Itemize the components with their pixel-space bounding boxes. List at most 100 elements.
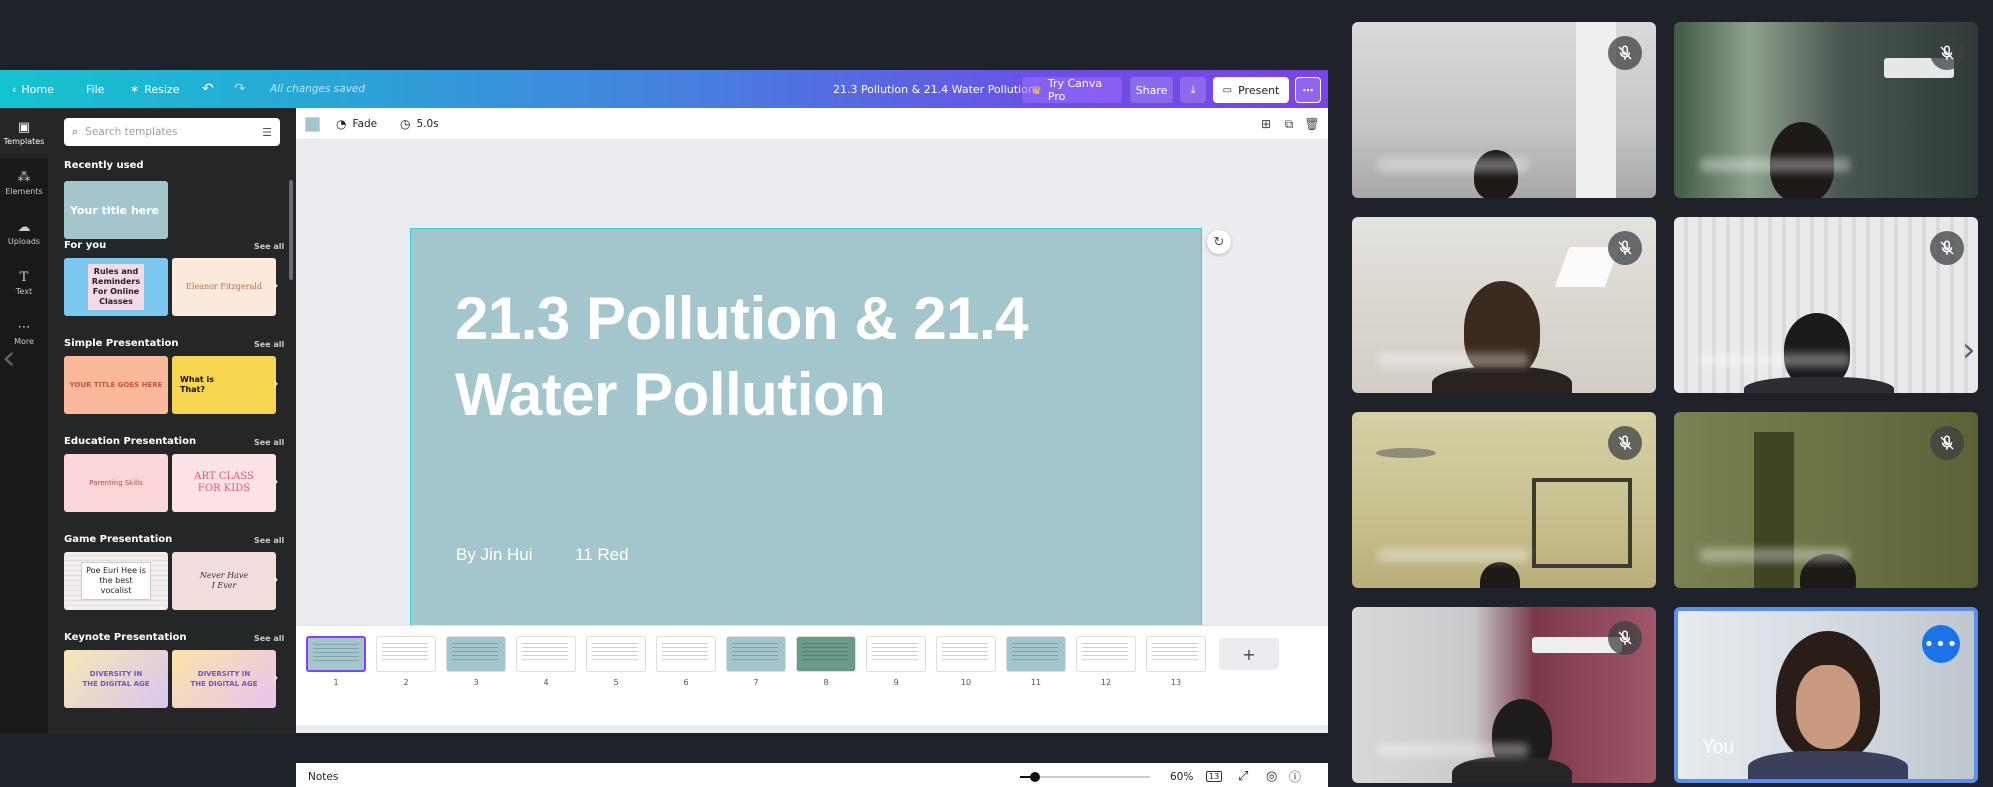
background-color-swatch[interactable] xyxy=(305,117,320,132)
page-thumbnail-content xyxy=(732,643,778,663)
page-thumbnail[interactable] xyxy=(1006,636,1066,672)
rail-templates[interactable]: ▣ Templates xyxy=(0,108,48,158)
add-page-button[interactable]: + xyxy=(1219,638,1279,670)
template-thumb[interactable]: ART CLASS FOR KIDS xyxy=(172,454,276,512)
template-thumb[interactable]: DIVERSITY IN THE DIGITAL AGE xyxy=(172,650,276,708)
page-thumbnail[interactable] xyxy=(516,636,576,672)
recent-template-thumb[interactable]: Your title here xyxy=(64,181,168,239)
page-thumbnail[interactable] xyxy=(796,636,856,672)
page-number: 8 xyxy=(823,678,829,687)
try-canva-pro-button[interactable]: ♛ Try Canva Pro xyxy=(1022,77,1122,103)
page-thumbnail[interactable] xyxy=(656,636,716,672)
participant-tile[interactable] xyxy=(1352,217,1656,393)
page-thumbnail-content xyxy=(452,643,498,663)
mic-off-icon xyxy=(1608,621,1642,655)
page-count-button[interactable]: 13 xyxy=(1206,763,1223,787)
template-thumb[interactable]: What is That? xyxy=(172,356,276,414)
chevron-right-icon[interactable]: › xyxy=(273,474,279,490)
zoom-slider[interactable] xyxy=(1020,763,1150,787)
page-thumbnail-content xyxy=(662,643,708,663)
page-thumbnail[interactable] xyxy=(306,636,366,672)
more-options-icon[interactable]: ••• xyxy=(1922,625,1960,663)
see-all-link[interactable]: See all xyxy=(254,242,284,251)
template-thumb[interactable]: Poe Euri Hee is the best vocalist xyxy=(64,552,168,610)
see-all-link[interactable]: See all xyxy=(254,438,284,447)
page-thumbnail-content xyxy=(872,643,918,663)
refresh-icon[interactable]: ↻ xyxy=(1207,230,1231,254)
undo-button[interactable]: ↶ xyxy=(202,70,214,108)
page-thumbnail[interactable] xyxy=(446,636,506,672)
file-menu[interactable]: File xyxy=(86,70,104,108)
page-thumbnail[interactable] xyxy=(586,636,646,672)
present-button[interactable]: ▭ Present xyxy=(1213,77,1289,103)
template-thumb[interactable]: Parenting Skills xyxy=(64,454,168,512)
page-thumbnail-content xyxy=(1012,643,1058,663)
rail-text[interactable]: T Text xyxy=(0,258,48,308)
template-thumb[interactable]: YOUR TITLE GOES HERE xyxy=(64,356,168,414)
template-thumb[interactable]: Never Have I Ever xyxy=(172,552,276,610)
participant-tile[interactable] xyxy=(1352,607,1656,783)
chevron-right-icon[interactable]: › xyxy=(273,278,279,294)
home-button[interactable]: ‹ Home xyxy=(12,70,54,108)
slide-canvas[interactable]: 21.3 Pollution & 21.4 Water Pollution By… xyxy=(410,228,1202,671)
fullscreen-icon[interactable]: ⤢ xyxy=(1238,763,1248,787)
notes-button[interactable]: Notes xyxy=(308,763,338,787)
page-number: 1 xyxy=(333,678,339,687)
template-search[interactable]: ⌕ ☰ xyxy=(64,118,280,146)
rail-elements[interactable]: ⁂ Elements xyxy=(0,158,48,208)
search-input[interactable] xyxy=(85,126,256,138)
chevron-left-icon[interactable]: ‹ xyxy=(2,338,16,378)
participant-tile[interactable] xyxy=(1674,22,1978,198)
page-thumbnail-content xyxy=(522,643,568,663)
see-all-link[interactable]: See all xyxy=(254,536,284,545)
more-dots-icon: ⋯ xyxy=(17,319,31,335)
template-thumb[interactable]: Rules and Reminders For Online Classes xyxy=(64,258,168,316)
redo-button[interactable]: ↷ xyxy=(234,70,246,108)
slide-author[interactable]: By Jin Hui xyxy=(456,545,533,565)
page-number: 5 xyxy=(613,678,619,687)
chevron-right-icon[interactable]: › xyxy=(273,376,279,392)
participant-tile[interactable] xyxy=(1352,22,1656,198)
page-thumbnail[interactable] xyxy=(726,636,786,672)
slide-title[interactable]: 21.3 Pollution & 21.4 Water Pollution xyxy=(455,281,1155,433)
template-thumb[interactable]: Eleanor Fitzgerald xyxy=(172,258,276,316)
slide-class[interactable]: 11 Red xyxy=(575,545,629,565)
page-thumbnail[interactable] xyxy=(376,636,436,672)
chevron-right-icon[interactable]: › xyxy=(273,572,279,588)
zoom-handle[interactable] xyxy=(1030,772,1040,782)
page-thumbnail-content xyxy=(592,643,638,663)
check-circle-icon[interactable]: ◎ xyxy=(1266,763,1277,787)
rail-uploads[interactable]: ☁ Uploads xyxy=(0,208,48,258)
more-options-button[interactable]: ⋯ xyxy=(1295,77,1321,103)
help-icon[interactable]: ⓘ xyxy=(1289,763,1301,787)
transition-button[interactable]: ◔ Fade xyxy=(336,108,377,140)
duplicate-page-icon[interactable]: ⧉ xyxy=(1281,116,1297,132)
participant-tile[interactable] xyxy=(1352,412,1656,588)
document-title[interactable]: 21.3 Pollution & 21.4 Water Pollution xyxy=(833,70,1035,108)
page-thumbnail[interactable] xyxy=(936,636,996,672)
download-icon: ⤓ xyxy=(1190,83,1196,96)
participant-tile[interactable] xyxy=(1674,412,1978,588)
page-thumbnail[interactable] xyxy=(1146,636,1206,672)
chevron-right-icon[interactable]: › xyxy=(273,670,279,686)
share-button[interactable]: Share xyxy=(1130,77,1173,103)
see-all-link[interactable]: See all xyxy=(254,340,284,349)
trash-icon[interactable]: 🗑 xyxy=(1304,116,1320,132)
resize-button[interactable]: ✶ Resize xyxy=(130,70,179,108)
see-all-link[interactable]: See all xyxy=(254,634,284,643)
chevron-right-icon[interactable]: › xyxy=(1962,330,1976,370)
duration-button[interactable]: ◷ 5.0s xyxy=(400,108,439,140)
page-thumbnail[interactable] xyxy=(866,636,926,672)
participant-tile[interactable] xyxy=(1674,217,1978,393)
self-view-tile[interactable]: You ••• xyxy=(1674,607,1978,783)
panel-scrollbar[interactable] xyxy=(289,180,293,280)
download-button[interactable]: ⤓ xyxy=(1180,77,1206,103)
template-thumb[interactable]: DIVERSITY IN THE DIGITAL AGE xyxy=(64,650,168,708)
zoom-level[interactable]: 60% xyxy=(1170,763,1193,787)
filter-icon: ☰ xyxy=(262,125,272,139)
section-title: Education Presentation xyxy=(64,436,197,447)
page-thumbnail-content xyxy=(942,643,988,663)
add-page-icon[interactable]: ⊞ xyxy=(1258,116,1274,132)
mic-off-icon xyxy=(1930,36,1964,70)
page-thumbnail[interactable] xyxy=(1076,636,1136,672)
